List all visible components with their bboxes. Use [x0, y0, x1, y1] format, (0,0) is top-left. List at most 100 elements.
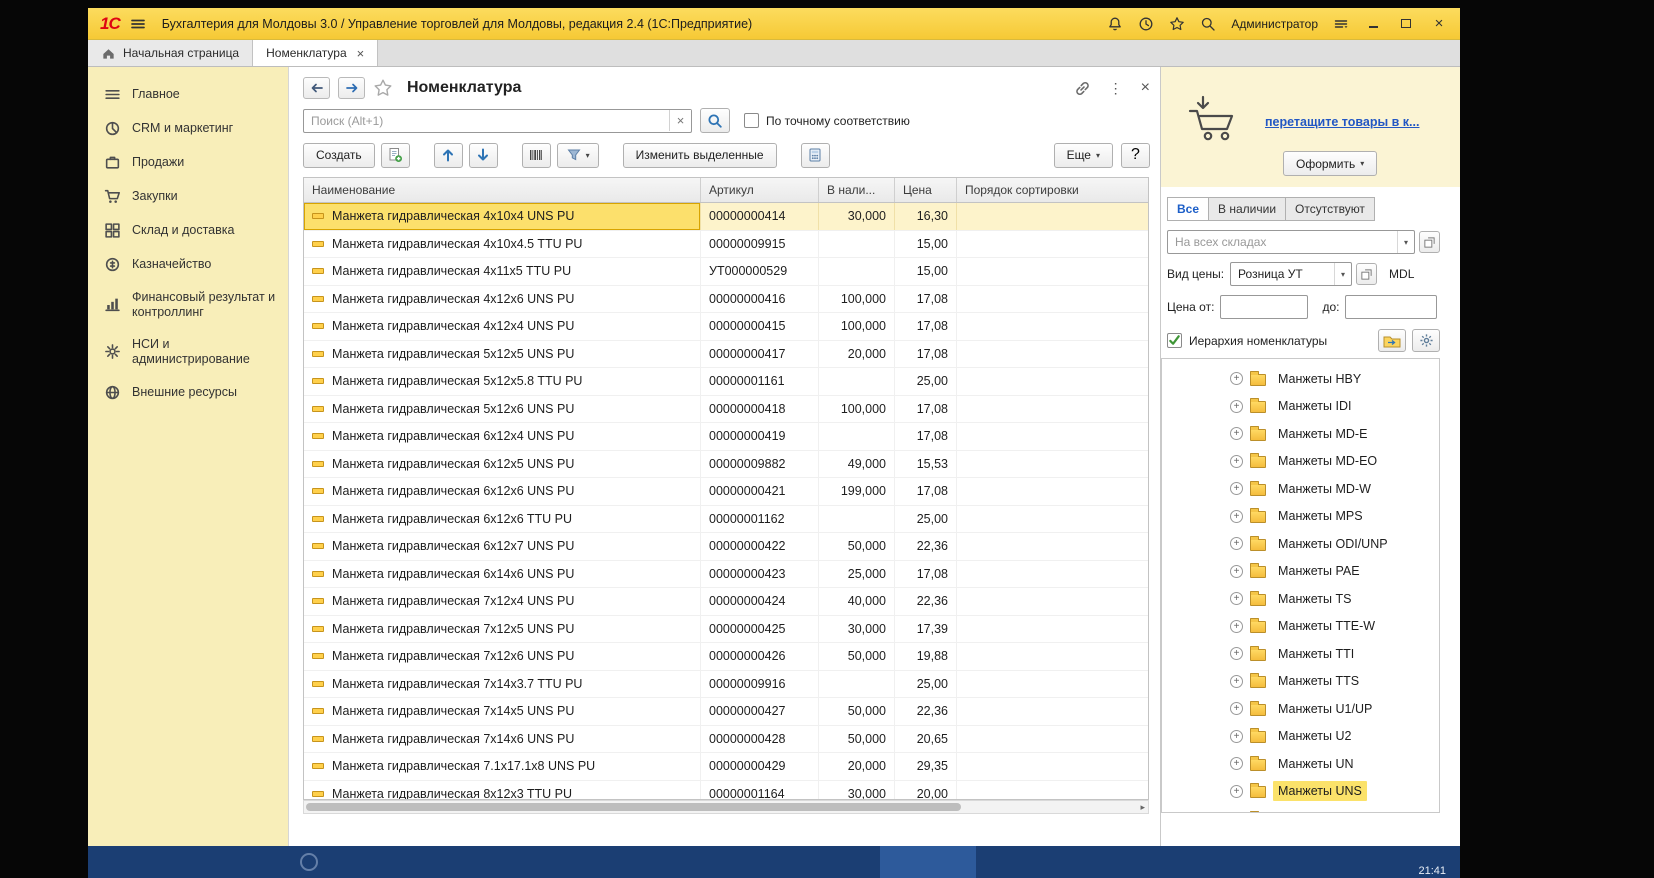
tree-item[interactable]: +Манжеты UN: [1162, 750, 1439, 778]
sidebar-item-warehouse[interactable]: Склад и доставка: [88, 213, 288, 247]
barcode-button[interactable]: [522, 143, 551, 168]
more-button[interactable]: Еще▾: [1054, 143, 1113, 168]
global-search-icon[interactable]: [1200, 16, 1216, 32]
filter-button[interactable]: ▾: [557, 143, 599, 168]
table-row[interactable]: Манжета гидравлическая 5x12x5.8 TTU PU00…: [304, 368, 1148, 396]
tree-item[interactable]: +Манжеты PAE: [1162, 558, 1439, 586]
checkout-button[interactable]: Оформить▾: [1283, 151, 1377, 176]
tab-home[interactable]: Начальная страница: [88, 40, 253, 66]
table-row[interactable]: Манжета гидравлическая 7x12x6 UNS PU0000…: [304, 643, 1148, 671]
edit-selected-button[interactable]: Изменить выделенные: [623, 143, 777, 168]
exact-match-checkbox[interactable]: [744, 113, 759, 128]
settings-gear-icon[interactable]: [1412, 329, 1440, 352]
tree-item[interactable]: +Манжеты U2: [1162, 723, 1439, 751]
tree-item[interactable]: +Манжеты MD-EO: [1162, 448, 1439, 476]
horizontal-scrollbar[interactable]: ▸: [303, 800, 1149, 814]
hierarchy-view-button[interactable]: [1378, 329, 1406, 352]
table-row[interactable]: Манжета гидравлическая 4x12x6 UNS PU0000…: [304, 286, 1148, 314]
search-clear-icon[interactable]: ×: [669, 110, 691, 131]
table-row[interactable]: Манжета гидравлическая 7x12x4 UNS PU0000…: [304, 588, 1148, 616]
filter-tab-all[interactable]: Все: [1167, 197, 1209, 221]
favorite-star-icon[interactable]: [373, 78, 393, 98]
expand-icon[interactable]: +: [1230, 757, 1243, 770]
price-to-input[interactable]: [1345, 295, 1437, 319]
tree-item[interactable]: +Манжеты ODI/UNP: [1162, 530, 1439, 558]
table-row[interactable]: Манжета гидравлическая 4x10x4.5 TTU PU00…: [304, 231, 1148, 259]
hierarchy-checkbox[interactable]: [1167, 333, 1182, 348]
tab-nomenclature[interactable]: Номенклатура×: [253, 40, 378, 66]
table-row[interactable]: Манжета гидравлическая 4x11x5 TTU PUУТ00…: [304, 258, 1148, 286]
tree-item[interactable]: +Манжеты HBY: [1162, 365, 1439, 393]
table-row[interactable]: Манжета гидравлическая 6x12x7 UNS PU0000…: [304, 533, 1148, 561]
tree-item[interactable]: +Манжеты TTE-W: [1162, 613, 1439, 641]
main-menu-icon[interactable]: [130, 16, 146, 32]
sidebar-item-crm[interactable]: CRM и маркетинг: [88, 111, 288, 145]
chevron-down-icon[interactable]: ▾: [1334, 263, 1351, 285]
back-button[interactable]: [303, 77, 330, 99]
tree-item[interactable]: +Манжеты MD-W: [1162, 475, 1439, 503]
table-row[interactable]: Манжета гидравлическая 5x12x6 UNS PU0000…: [304, 396, 1148, 424]
table-row[interactable]: Манжета гидравлическая 6x14x6 UNS PU0000…: [304, 561, 1148, 589]
tree-item[interactable]: +Манжеты MPS: [1162, 503, 1439, 531]
expand-icon[interactable]: +: [1230, 427, 1243, 440]
create-button[interactable]: Создать: [303, 143, 375, 168]
table-row[interactable]: Манжета гидравлическая 6x12x4 UNS PU0000…: [304, 423, 1148, 451]
column-header[interactable]: Артикул: [701, 178, 819, 202]
search-input[interactable]: [303, 109, 692, 133]
column-header[interactable]: В нали...: [819, 178, 895, 202]
move-up-button[interactable]: [434, 143, 463, 168]
copy-item-button[interactable]: [381, 143, 410, 168]
tree-item[interactable]: +Манжеты TS: [1162, 585, 1439, 613]
favorites-star-icon[interactable]: [1169, 16, 1185, 32]
expand-icon[interactable]: +: [1230, 592, 1243, 605]
warehouse-select[interactable]: На всех складах ▾: [1167, 230, 1415, 254]
table-row[interactable]: Манжета гидравлическая 7x12x5 UNS PU0000…: [304, 616, 1148, 644]
help-button[interactable]: ?: [1121, 143, 1150, 168]
service-menu-icon[interactable]: [1333, 16, 1349, 32]
table-row[interactable]: Манжета гидравлическая 8x12x3 TTU PU0000…: [304, 781, 1148, 801]
filter-tab-out-of-stock[interactable]: Отсутствуют: [1285, 197, 1375, 221]
column-header[interactable]: Порядок сортировки: [957, 178, 1148, 202]
table-row[interactable]: Манжета гидравлическая 7x14x3.7 TTU PU00…: [304, 671, 1148, 699]
table-row[interactable]: Манжета гидравлическая 6x12x6 UNS PU0000…: [304, 478, 1148, 506]
expand-icon[interactable]: +: [1230, 537, 1243, 550]
sidebar-item-external[interactable]: Внешние ресурсы: [88, 375, 288, 409]
sidebar-item-admin[interactable]: НСИ и администрирование: [88, 328, 288, 375]
expand-icon[interactable]: +: [1230, 510, 1243, 523]
drag-products-link[interactable]: перетащите товары в к...: [1265, 115, 1419, 129]
table-row[interactable]: Манжета гидравлическая 4x10x4 UNS PU0000…: [304, 203, 1148, 231]
warehouse-open-button[interactable]: [1419, 231, 1440, 253]
more-options-icon[interactable]: ⋮: [1109, 80, 1123, 97]
expand-icon[interactable]: +: [1230, 455, 1243, 468]
chevron-down-icon[interactable]: ▾: [1397, 231, 1414, 253]
price-type-select[interactable]: Розница УТ ▾: [1230, 262, 1352, 286]
expand-icon[interactable]: +: [1230, 372, 1243, 385]
tab-close-icon[interactable]: ×: [357, 46, 365, 61]
column-header[interactable]: Цена: [895, 178, 957, 202]
tree-item[interactable]: +Манжеты UNS: [1162, 778, 1439, 806]
tree-item[interactable]: +Манжеты TTS: [1162, 668, 1439, 696]
minimize-button[interactable]: [1364, 15, 1382, 33]
notifications-bell-icon[interactable]: [1107, 16, 1123, 32]
price-type-open-button[interactable]: [1356, 263, 1377, 285]
expand-icon[interactable]: +: [1230, 702, 1243, 715]
expand-icon[interactable]: +: [1230, 482, 1243, 495]
taskbar-search-circle-icon[interactable]: [300, 853, 318, 871]
expand-icon[interactable]: +: [1230, 647, 1243, 660]
calculator-button[interactable]: [801, 143, 830, 168]
tree-item[interactable]: +Манжеты IDI: [1162, 393, 1439, 421]
expand-icon[interactable]: +: [1230, 400, 1243, 413]
user-name[interactable]: Администратор: [1231, 17, 1318, 31]
scroll-right-icon[interactable]: ▸: [1140, 802, 1145, 813]
sidebar-item-main[interactable]: Главное: [88, 77, 288, 111]
scrollbar-thumb[interactable]: [306, 803, 961, 811]
column-header[interactable]: Наименование: [304, 178, 701, 202]
tree-item[interactable]: +Манжеты U1/UP: [1162, 695, 1439, 723]
maximize-button[interactable]: [1397, 15, 1415, 33]
close-button[interactable]: ×: [1430, 15, 1448, 33]
table-row[interactable]: Манжета гидравлическая 5x12x5 UNS PU0000…: [304, 341, 1148, 369]
tree-item[interactable]: +Манжеты UP: [1162, 805, 1439, 813]
expand-icon[interactable]: +: [1230, 675, 1243, 688]
history-icon[interactable]: [1138, 16, 1154, 32]
expand-icon[interactable]: +: [1230, 812, 1243, 813]
